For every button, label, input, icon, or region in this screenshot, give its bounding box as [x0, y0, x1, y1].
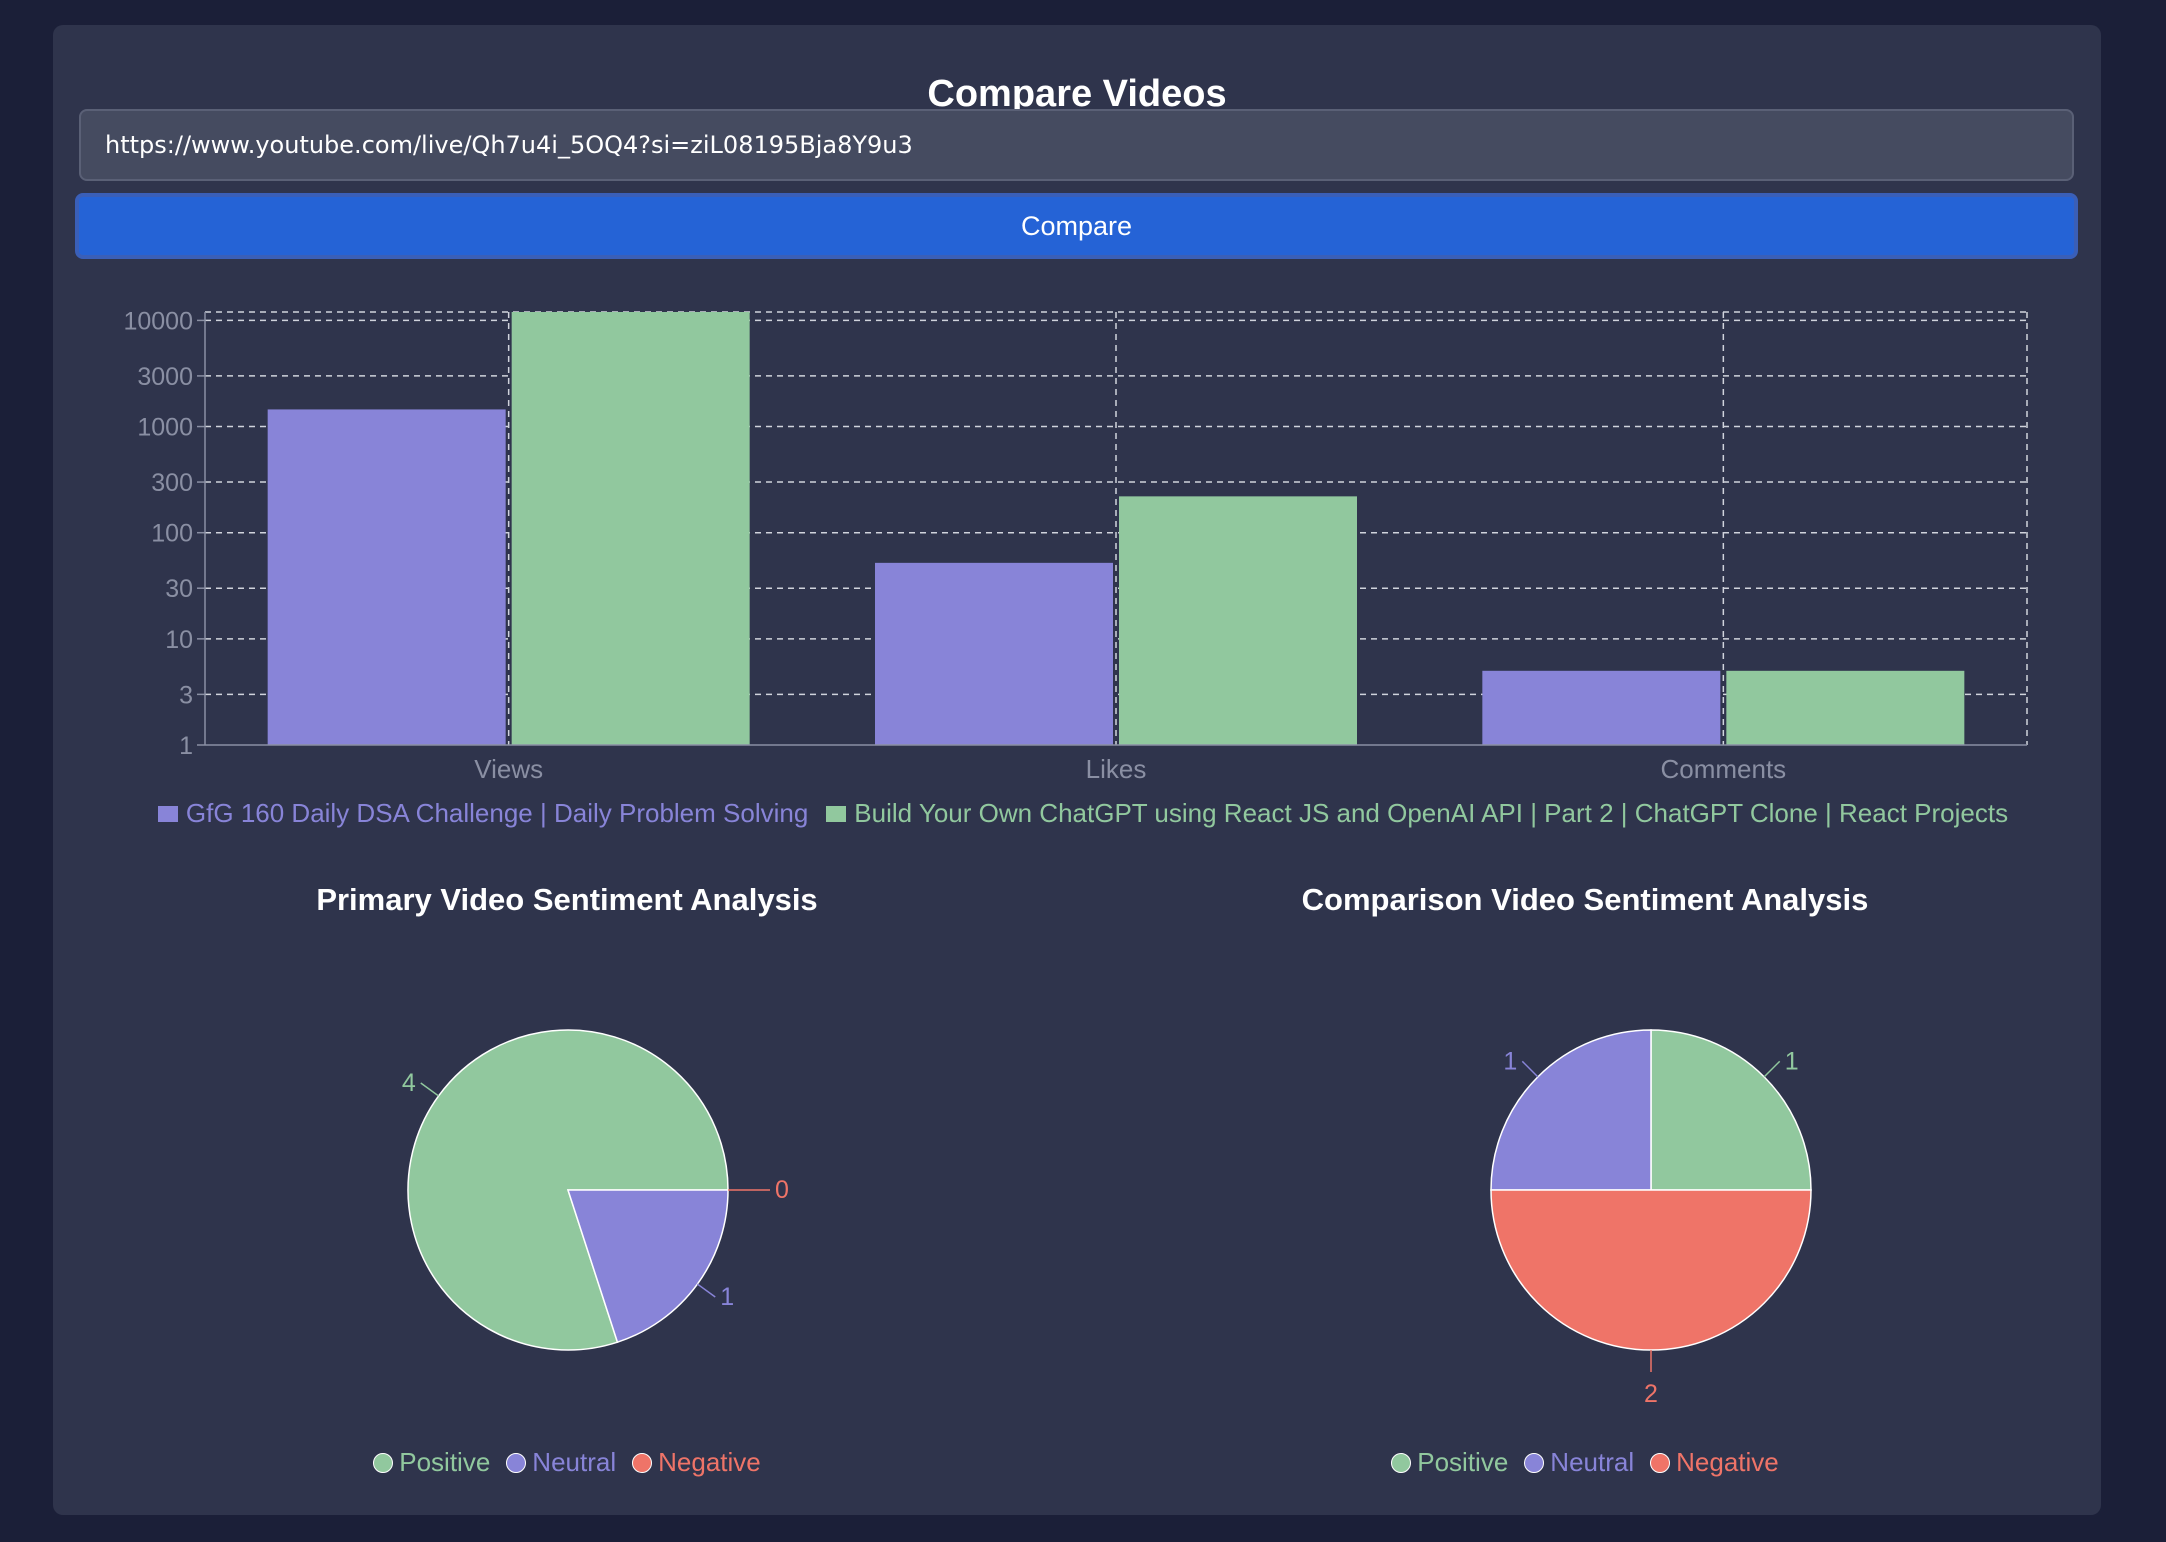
- legend-label-comparison: Build Your Own ChatGPT using React JS an…: [854, 798, 2009, 828]
- primary-sentiment-title: Primary Video Sentiment Analysis: [316, 882, 818, 917]
- comparison-pie-legend: Positive Neutral Negative: [1075, 1447, 2095, 1478]
- pie-value-label: 1: [1785, 1047, 1799, 1075]
- pie-value-label: 1: [720, 1283, 734, 1311]
- bar-primary: [1482, 670, 1721, 745]
- comparison-sentiment-pie: 1 1 2: [1490, 1029, 1812, 1408]
- legend-label-negative: Negative: [658, 1447, 761, 1477]
- positive-dot-icon: [373, 1452, 394, 1473]
- legend-label-negative: Negative: [1676, 1447, 1779, 1477]
- pie-label-line: [697, 1283, 716, 1298]
- bar-comparison: [1119, 496, 1357, 745]
- bar-chart-legend: GfG 160 Daily DSA Challenge | Daily Prob…: [0, 798, 2166, 829]
- legend-item-neutral[interactable]: Neutral: [1524, 1447, 1634, 1478]
- y-tick-label: 3: [179, 681, 193, 709]
- neutral-dot-icon: [506, 1452, 527, 1473]
- y-tick-label: 1: [179, 732, 193, 760]
- y-tick-label: 30: [165, 575, 193, 603]
- negative-dot-icon: [632, 1452, 653, 1473]
- x-tick-label: Likes: [1086, 754, 1147, 784]
- legend-item-positive[interactable]: Positive: [373, 1447, 490, 1478]
- legend-item-negative[interactable]: Negative: [1650, 1447, 1779, 1478]
- pie-label-line: [420, 1082, 439, 1097]
- y-tick-label: 100: [151, 520, 193, 548]
- pie-value-label: 2: [1644, 1380, 1658, 1408]
- pie-value-label: 0: [775, 1176, 789, 1204]
- comparison-sentiment-title: Comparison Video Sentiment Analysis: [1301, 882, 1869, 917]
- y-tick-label: 300: [151, 469, 193, 497]
- legend-label-primary: GfG 160 Daily DSA Challenge | Daily Prob…: [185, 798, 809, 828]
- legend-label-positive: Positive: [399, 1447, 491, 1477]
- y-tick-label: 10000: [123, 307, 193, 335]
- pie-label-line: [1521, 1060, 1539, 1078]
- pie-value-label: 1: [1503, 1047, 1517, 1075]
- bar-primary: [267, 409, 506, 745]
- bar-primary: [875, 562, 1113, 745]
- legend-item-positive[interactable]: Positive: [1391, 1447, 1508, 1478]
- legend-item-primary[interactable]: GfG 160 Daily DSA Challenge | Daily Prob…: [157, 798, 809, 829]
- y-tick-label: 1000: [137, 414, 193, 442]
- y-tick-label: 3000: [137, 363, 193, 391]
- legend-swatch-comparison: [826, 805, 847, 822]
- bar-comparison: [511, 312, 750, 745]
- legend-item-neutral[interactable]: Neutral: [506, 1447, 616, 1478]
- primary-sentiment-pie: 4 1 0: [402, 1029, 789, 1351]
- neutral-dot-icon: [1524, 1452, 1545, 1473]
- legend-label-neutral: Neutral: [1550, 1447, 1635, 1477]
- bar-chart: 1 3 10 30 100 300 1000 3000 10000 Views Likes Comme…: [123, 307, 2028, 784]
- x-tick-label: Views: [474, 754, 543, 784]
- pie-value-label: 4: [402, 1069, 416, 1097]
- primary-pie-legend: Positive Neutral Negative: [57, 1447, 1077, 1478]
- legend-label-positive: Positive: [1417, 1447, 1509, 1477]
- bar-comparison: [1726, 670, 1965, 745]
- legend-item-comparison[interactable]: Build Your Own ChatGPT using React JS an…: [826, 798, 2008, 829]
- x-tick-label: Comments: [1660, 754, 1786, 784]
- positive-dot-icon: [1391, 1452, 1412, 1473]
- pie-label-line: [1763, 1060, 1781, 1078]
- legend-item-negative[interactable]: Negative: [632, 1447, 761, 1478]
- pie-slice-negative: [1490, 1189, 1812, 1351]
- legend-swatch-primary: [157, 805, 178, 822]
- legend-label-neutral: Neutral: [532, 1447, 617, 1477]
- negative-dot-icon: [1650, 1452, 1671, 1473]
- y-tick-label: 10: [165, 626, 193, 654]
